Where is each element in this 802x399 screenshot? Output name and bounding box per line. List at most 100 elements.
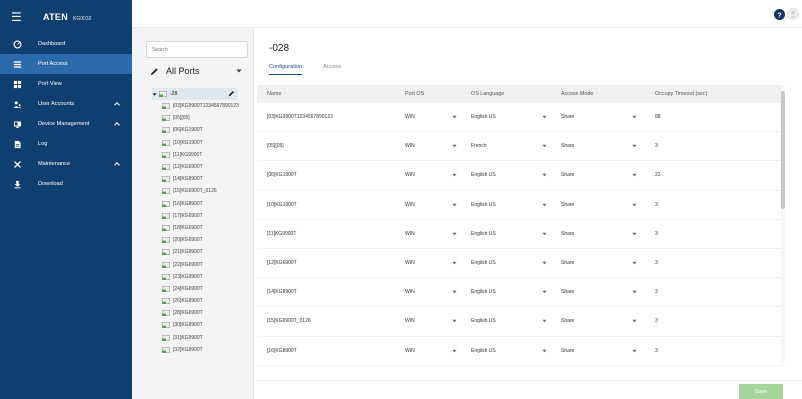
occupy-timeout-input[interactable]: 22 bbox=[651, 172, 784, 178]
hamburger-menu-icon[interactable]: ☰ bbox=[11, 10, 29, 24]
port-os-select[interactable]: WIN bbox=[405, 143, 471, 149]
tree-node[interactable]: [06]KG1900T bbox=[152, 124, 252, 136]
sidebar-item-maintenance[interactable]: Maintenance bbox=[0, 154, 132, 174]
tree-node[interactable]: [10]KG1900T bbox=[152, 137, 252, 149]
occupy-timeout-input[interactable]: 3 bbox=[651, 143, 784, 149]
scrollbar-thumb[interactable] bbox=[781, 91, 785, 209]
caret-down-icon[interactable] bbox=[632, 290, 637, 294]
table-scrollbar[interactable] bbox=[781, 85, 785, 363]
caret-down-icon[interactable] bbox=[452, 319, 457, 323]
tree-node[interactable]: [30]KG8900T bbox=[152, 319, 252, 331]
user-avatar-icon[interactable] bbox=[787, 8, 799, 20]
caret-down-icon[interactable] bbox=[542, 144, 547, 148]
occupy-timeout-input[interactable]: 3 bbox=[651, 260, 784, 266]
tree-node[interactable]: [17]KG6900T bbox=[152, 210, 252, 222]
occupy-timeout-input[interactable]: 3 bbox=[651, 231, 784, 237]
caret-down-icon[interactable] bbox=[542, 115, 547, 119]
tree-node[interactable]: [26]KG8900T bbox=[152, 295, 252, 307]
caret-down-icon[interactable] bbox=[542, 173, 547, 177]
tree-node[interactable]: [15]KG6900T_0126 bbox=[152, 185, 252, 197]
caret-down-icon[interactable] bbox=[452, 115, 457, 119]
port-os-select[interactable]: WIN bbox=[405, 202, 471, 208]
tree-node[interactable]: [28]KG6900T bbox=[152, 307, 252, 319]
os-language-select[interactable]: English US bbox=[471, 348, 561, 354]
port-os-select[interactable]: WIN bbox=[405, 231, 471, 237]
caret-down-icon[interactable] bbox=[542, 319, 547, 323]
os-language-select[interactable]: English US bbox=[471, 231, 561, 237]
expand-caret-icon[interactable] bbox=[152, 92, 157, 97]
access-mode-select[interactable]: Share bbox=[561, 231, 651, 237]
all-ports-selector[interactable]: All Ports bbox=[150, 65, 248, 77]
tree-node[interactable]: [03]KG9900T1234567890123 bbox=[152, 100, 252, 112]
caret-down-icon[interactable] bbox=[542, 290, 547, 294]
occupy-timeout-input[interactable]: 88 bbox=[651, 114, 784, 120]
access-mode-select[interactable]: Share bbox=[561, 172, 651, 178]
caret-down-icon[interactable] bbox=[452, 290, 457, 294]
access-mode-select[interactable]: Share bbox=[561, 289, 651, 295]
occupy-timeout-input[interactable]: 3 bbox=[651, 202, 784, 208]
edit-pencil-icon[interactable] bbox=[228, 90, 235, 97]
os-language-select[interactable]: English US bbox=[471, 318, 561, 324]
tree-node[interactable]: [18]KG6900T bbox=[152, 222, 252, 234]
tree-node[interactable]: [14]KG8900T bbox=[152, 173, 252, 185]
sidebar-item-user-accounts[interactable]: User Accounts bbox=[0, 94, 132, 114]
caret-down-icon[interactable] bbox=[632, 173, 637, 177]
caret-down-icon[interactable] bbox=[236, 68, 242, 74]
tree-node[interactable]: [20]KG6900T bbox=[152, 234, 252, 246]
port-os-select[interactable]: WIN bbox=[405, 318, 471, 324]
sidebar-item-port-access[interactable]: Port Access bbox=[0, 54, 132, 74]
caret-down-icon[interactable] bbox=[542, 232, 547, 236]
caret-down-icon[interactable] bbox=[542, 349, 547, 353]
sidebar-item-download[interactable]: Download bbox=[0, 174, 132, 194]
occupy-timeout-input[interactable]: 3 bbox=[651, 318, 784, 324]
tree-node[interactable]: [11]KG9900T bbox=[152, 149, 252, 161]
occupy-timeout-input[interactable]: 3 bbox=[651, 348, 784, 354]
caret-down-icon[interactable] bbox=[452, 349, 457, 353]
chevron-up-icon[interactable] bbox=[113, 100, 121, 108]
caret-down-icon[interactable] bbox=[632, 115, 637, 119]
access-mode-select[interactable]: Share bbox=[561, 348, 651, 354]
tree-node[interactable]: [05][05] bbox=[152, 112, 252, 124]
chevron-up-icon[interactable] bbox=[113, 160, 121, 168]
access-mode-select[interactable]: Share bbox=[561, 202, 651, 208]
access-mode-select[interactable]: Share bbox=[561, 143, 651, 149]
tab-access[interactable]: Access bbox=[323, 64, 341, 70]
port-os-select[interactable]: WIN bbox=[405, 114, 471, 120]
os-language-select[interactable]: French bbox=[471, 143, 561, 149]
caret-down-icon[interactable] bbox=[542, 203, 547, 207]
os-language-select[interactable]: English US bbox=[471, 172, 561, 178]
tree-node[interactable]: [22]KG6900T bbox=[152, 258, 252, 270]
tree-node[interactable]: [32]KG8900T bbox=[152, 344, 252, 356]
caret-down-icon[interactable] bbox=[632, 319, 637, 323]
port-os-select[interactable]: WIN bbox=[405, 289, 471, 295]
sidebar-item-port-view[interactable]: Port View bbox=[0, 74, 132, 94]
access-mode-select[interactable]: Share bbox=[561, 318, 651, 324]
tree-node[interactable]: [16]KG8900T bbox=[152, 198, 252, 210]
caret-down-icon[interactable] bbox=[452, 203, 457, 207]
caret-down-icon[interactable] bbox=[452, 232, 457, 236]
os-language-select[interactable]: English US bbox=[471, 289, 561, 295]
caret-down-icon[interactable] bbox=[632, 349, 637, 353]
help-icon[interactable]: ? bbox=[774, 9, 785, 20]
search-input[interactable] bbox=[146, 41, 248, 58]
os-language-select[interactable]: English US bbox=[471, 260, 561, 266]
tree-node[interactable]: [31]KG9900T bbox=[152, 332, 252, 344]
port-os-select[interactable]: WIN bbox=[405, 348, 471, 354]
caret-down-icon[interactable] bbox=[632, 232, 637, 236]
sidebar-item-dashboard[interactable]: Dashboard bbox=[0, 34, 132, 54]
save-button[interactable]: Save bbox=[739, 384, 783, 399]
port-os-select[interactable]: WIN bbox=[405, 260, 471, 266]
access-mode-select[interactable]: Share bbox=[561, 114, 651, 120]
occupy-timeout-input[interactable]: 3 bbox=[651, 289, 784, 295]
tree-node[interactable]: [24]KG6900T bbox=[152, 283, 252, 295]
tree-node[interactable]: [23]KG9900T bbox=[152, 271, 252, 283]
caret-down-icon[interactable] bbox=[452, 261, 457, 265]
access-mode-select[interactable]: Share bbox=[561, 260, 651, 266]
caret-down-icon[interactable] bbox=[632, 144, 637, 148]
tree-node[interactable]: [12]KG6900T bbox=[152, 161, 252, 173]
sidebar-item-device-management[interactable]: Device Management bbox=[0, 114, 132, 134]
caret-down-icon[interactable] bbox=[452, 144, 457, 148]
chevron-up-icon[interactable] bbox=[113, 120, 121, 128]
tab-configuration[interactable]: Configuration bbox=[269, 64, 303, 75]
port-os-select[interactable]: WIN bbox=[405, 172, 471, 178]
